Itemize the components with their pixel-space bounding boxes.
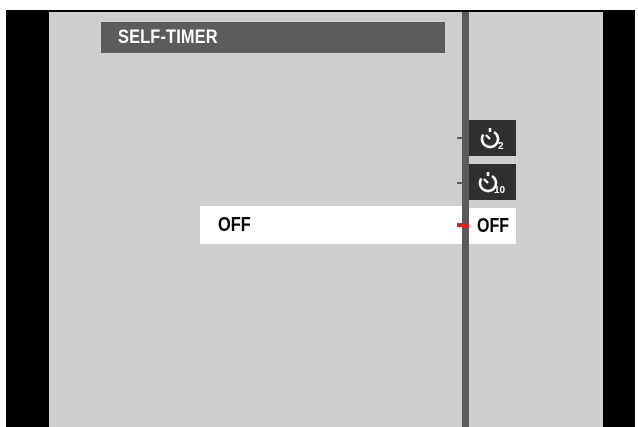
svg-text:10: 10 <box>494 185 506 195</box>
dial-item-off-label: OFF <box>476 214 509 237</box>
dial-item-self-timer-10s[interactable]: 10 <box>469 164 516 200</box>
menu-display: SELF-TIMER OFF 2 10 OFF <box>49 12 603 427</box>
dial-tick <box>457 137 462 139</box>
svg-text:2: 2 <box>498 141 504 151</box>
camera-screen: SELF-TIMER OFF 2 10 OFF <box>6 10 635 427</box>
selected-option-label: OFF <box>218 214 251 236</box>
dial-tick <box>457 182 462 184</box>
selection-indicator <box>457 223 469 227</box>
self-timer-10s-icon: 10 <box>477 169 509 195</box>
menu-title: SELF-TIMER <box>118 27 218 48</box>
dial-track <box>462 12 469 427</box>
dial-item-off[interactable]: OFF <box>469 208 516 244</box>
dial-item-self-timer-2s[interactable]: 2 <box>469 120 516 156</box>
menu-title-bar: SELF-TIMER <box>101 22 445 53</box>
self-timer-2s-icon: 2 <box>478 125 508 151</box>
selected-option-row[interactable]: OFF <box>200 206 464 244</box>
